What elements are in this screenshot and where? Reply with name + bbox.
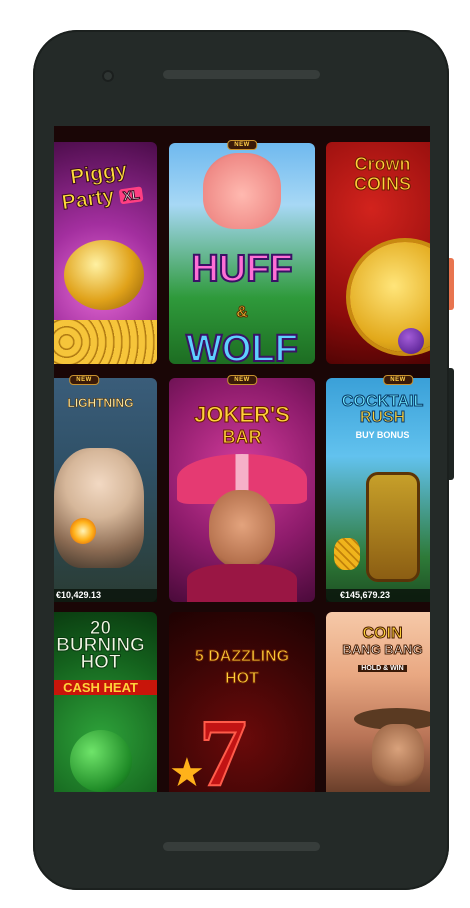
game-tile-huff-and-wolf[interactable]: NEW HUFF & WOLF	[169, 140, 315, 370]
cowboy-face-icon	[372, 724, 424, 786]
clover-icon	[70, 730, 132, 792]
home-bar	[163, 842, 320, 851]
game-tile-5-dazzling-hot[interactable]: 5 DAZZLING HOT 7 ★	[169, 612, 315, 792]
game-tile-cocktail-rush[interactable]: NEW COCKTAIL RUSH BUY BONUS €145,679.23	[326, 375, 430, 602]
game-title: JOKER'S BAR	[194, 402, 291, 448]
cash-heat-label: CASH HEAT	[54, 680, 157, 695]
game-tile-lightning[interactable]: NEW LIGHTNING €10,429.13	[54, 375, 157, 602]
coins-pile-icon	[54, 320, 157, 364]
plum-fruit-icon	[398, 328, 424, 354]
game-title: COIN BANG BANG HOLD & WIN	[342, 625, 423, 672]
game-title: Piggy Party XL	[54, 154, 157, 217]
piggy-bank-icon	[64, 240, 144, 310]
tiki-mask-icon	[366, 472, 420, 582]
game-tile-coin-bang-bang[interactable]: COIN BANG BANG HOLD & WIN	[326, 612, 430, 792]
game-grid: Piggy Party XL NEW HUFF & WOLF Crown COI…	[54, 126, 430, 792]
joker-face-icon	[209, 490, 275, 568]
new-badge: NEW	[227, 140, 257, 150]
game-title: 5 DAZZLING HOT	[194, 648, 290, 688]
pig-character-icon	[203, 153, 281, 229]
star-icon: ★	[169, 750, 205, 792]
front-camera-icon	[102, 70, 114, 82]
game-title: 20 BURNING HOT	[56, 618, 146, 673]
new-badge: NEW	[69, 375, 99, 385]
power-button	[449, 368, 454, 480]
speaker-grille	[163, 70, 320, 79]
jackpot-amount: €10,429.13	[54, 589, 157, 602]
new-badge: NEW	[227, 375, 257, 385]
game-title: LIGHTNING	[67, 396, 134, 411]
pineapple-icon	[334, 538, 360, 570]
game-title: Crown COINS	[353, 154, 411, 195]
game-title: COCKTAIL RUSH BUY BONUS	[341, 393, 424, 440]
game-tile-20-burning-hot[interactable]: 20 BURNING HOT CASH HEAT	[54, 612, 157, 792]
fire-orb-icon	[70, 518, 96, 544]
game-tile-crown-coins[interactable]: Crown COINS	[326, 142, 430, 364]
zeus-character-icon	[54, 448, 144, 568]
seven-icon: 7	[198, 699, 248, 793]
jackpot-amount: €145,679.23	[326, 589, 430, 602]
game-tile-jokers-bar[interactable]: NEW JOKER'S BAR	[169, 375, 315, 602]
joker-collar-icon	[187, 564, 297, 602]
new-badge: NEW	[383, 375, 413, 385]
game-title: HUFF & WOLF	[185, 248, 299, 370]
volume-button	[449, 258, 454, 310]
game-tile-piggy-party[interactable]: Piggy Party XL	[54, 142, 157, 364]
